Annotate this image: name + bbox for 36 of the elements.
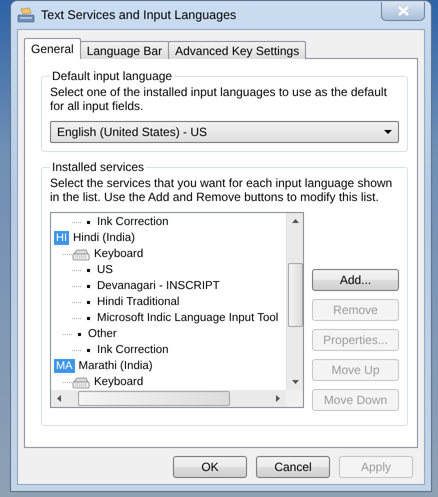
scroll-down-icon[interactable]: [292, 380, 298, 384]
tree-item[interactable]: Ink Correction: [97, 344, 169, 356]
language-item[interactable]: Marathi (India): [78, 360, 153, 372]
close-button[interactable]: [381, 2, 425, 20]
tree-item[interactable]: Ink Correction: [97, 216, 169, 228]
language-badge: MA: [54, 359, 74, 373]
description-text: Select the services that you want for each input language shown in the list. Use the Add and Remove buttons to modify this list.: [50, 176, 394, 204]
language-item[interactable]: Hindi (India): [73, 232, 135, 244]
dialog-button[interactable]: Cancel: [256, 456, 330, 478]
group-title: Installed services: [51, 160, 146, 174]
scrollbar-corner: [286, 390, 303, 407]
close-icon: [398, 6, 408, 16]
scroll-left-icon[interactable]: [57, 395, 61, 402]
tree-item[interactable]: Keyboard: [94, 376, 144, 388]
vertical-scrollbar[interactable]: [286, 213, 303, 390]
description-text: Select one of the installed input languages to use as the default for all input fields.: [50, 85, 388, 113]
tree-item[interactable]: Keyboard: [94, 248, 144, 260]
horizontal-scrollbar[interactable]: [51, 390, 286, 407]
language-badge: HI: [54, 231, 69, 245]
language-dropdown[interactable]: English (United States) - US: [50, 121, 399, 143]
tree-item[interactable]: US: [97, 264, 113, 276]
caret-icon: [384, 130, 392, 134]
tree-item[interactable]: Other: [88, 328, 117, 340]
dialog-button[interactable]: OK: [173, 456, 247, 478]
side-button[interactable]: Add...: [312, 269, 399, 291]
window-title: Text Services and Input Languages: [41, 8, 238, 22]
tab[interactable]: Language Bar: [80, 41, 170, 59]
scroll-right-icon[interactable]: [276, 395, 280, 402]
tab[interactable]: Advanced Key Settings: [168, 41, 306, 59]
tree-item[interactable]: Hindi Traditional: [97, 296, 180, 308]
tab[interactable]: General: [24, 38, 81, 59]
tree-item[interactable]: Microsoft Indic Language Input Tool: [97, 312, 278, 324]
group-title: Default input language: [51, 69, 174, 83]
tree-item[interactable]: Devanagari - INSCRIPT: [97, 280, 220, 292]
scroll-up-icon[interactable]: [292, 219, 298, 223]
services-tree[interactable]: Ink Correction HI Hindi (India) Keyboard US Devanagari - INSCRIPT Hindi Traditional Microsoft Indic Language Input Tool Other Ink Correction MA Marathi (India) Keyboard: [50, 212, 304, 408]
